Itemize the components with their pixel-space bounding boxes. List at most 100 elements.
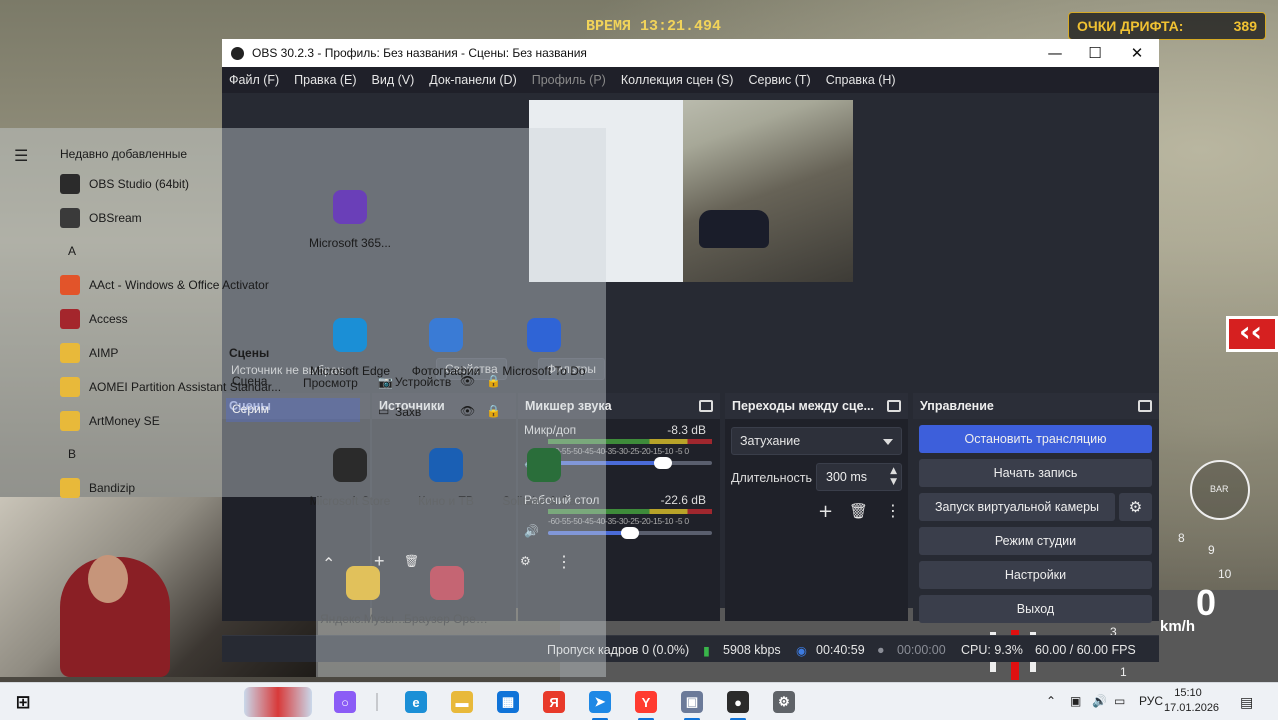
menu-item[interactable]: Профиль (P): [532, 73, 606, 87]
cortana-icon[interactable]: ○: [334, 691, 356, 713]
monitor-icon: ▭: [378, 404, 390, 418]
app-icon: [60, 343, 80, 363]
obs-icon[interactable]: ●: [727, 691, 749, 713]
app-icon: [60, 411, 80, 431]
app-label: OBSream: [89, 211, 142, 225]
start-menu-app[interactable]: OBSream: [60, 206, 142, 230]
scene-item[interactable]: Сцена: [232, 374, 267, 388]
undock-icon[interactable]: [1138, 400, 1152, 412]
search-widget[interactable]: [244, 687, 312, 717]
settings-icon[interactable]: ⚙: [773, 691, 795, 713]
menu-item[interactable]: Справка (H): [826, 73, 896, 87]
clock[interactable]: 15:10 17.01.2026: [1164, 686, 1219, 716]
start-menu-app[interactable]: AIMP: [60, 341, 118, 365]
app-icon: [60, 208, 80, 228]
network-icon[interactable]: ▭: [1114, 694, 1125, 708]
add-scene-icon[interactable]: +: [374, 551, 385, 572]
tacho-number: 1: [1120, 665, 1127, 679]
source-item[interactable]: Захв: [395, 405, 421, 419]
tray-device-icon[interactable]: ▣: [1070, 694, 1081, 708]
transitions-content: Затухание Длительность 300 ms ▲ ▼ + 🗑 ⋮: [725, 419, 908, 621]
menu-item[interactable]: Коллекция сцен (S): [621, 73, 734, 87]
close-icon[interactable]: ✕: [1115, 39, 1159, 67]
trash-icon[interactable]: 🗑: [849, 502, 868, 520]
telegram-icon[interactable]: ➤: [589, 691, 611, 713]
duration-input[interactable]: 300 ms ▲ ▼: [816, 463, 902, 491]
yandex-icon[interactable]: Я: [543, 691, 565, 713]
dock-title: Переходы между сце...: [732, 399, 874, 413]
lock-icon[interactable]: 🔒: [486, 404, 501, 418]
start-tile[interactable]: Microsoft 365...: [303, 172, 397, 266]
transition-select[interactable]: Затухание: [731, 427, 902, 455]
language-indicator[interactable]: РУС: [1139, 694, 1163, 708]
volume-slider-knob[interactable]: [653, 457, 672, 469]
more-icon[interactable]: ⋮: [885, 501, 901, 520]
start-menu-app[interactable]: AAct - Windows & Office Activator: [60, 273, 269, 297]
store-icon[interactable]: ▦: [497, 691, 519, 713]
start-menu-app[interactable]: Bandizip: [60, 476, 135, 500]
add-icon[interactable]: +: [818, 501, 833, 522]
game-icon[interactable]: ▣: [681, 691, 703, 713]
virtual-camera-button[interactable]: Запуск виртуальной камеры: [919, 493, 1115, 521]
menu-item[interactable]: Правка (E): [294, 73, 356, 87]
scene-ghost-title: Сцены: [229, 346, 270, 360]
scene-item[interactable]: Серим: [232, 402, 269, 416]
eye-icon[interactable]: 👁: [460, 374, 475, 388]
studio-mode-button[interactable]: Режим студии: [919, 527, 1152, 555]
hud-drift-value: 389: [1233, 18, 1257, 34]
camera-icon: 📷: [378, 375, 393, 389]
menu-item[interactable]: Вид (V): [372, 73, 415, 87]
source-item[interactable]: Устройств: [395, 375, 451, 389]
windows-start-icon[interactable]: ⊞: [12, 691, 34, 713]
hud-timer: ВРЕМЯ 13:21.494: [586, 18, 721, 35]
gear-icon[interactable]: ⚙: [1119, 493, 1152, 521]
app-icon: [60, 174, 80, 194]
spin-arrows-icon[interactable]: ▲ ▼: [890, 466, 897, 488]
hud-timer-label: ВРЕМЯ: [586, 18, 632, 35]
more-icon[interactable]: ⋮: [556, 552, 572, 572]
tile-icon: [429, 318, 463, 352]
undock-icon[interactable]: [699, 400, 713, 412]
hud-drift-label: ОЧКИ ДРИФТА:: [1077, 18, 1184, 34]
start-menu-app[interactable]: Access: [60, 307, 128, 331]
lock-icon[interactable]: 🔒: [486, 374, 501, 388]
preview-car: [699, 210, 769, 248]
start-menu[interactable]: ☰ Недавно добавленные OBS Studio (64bit)…: [0, 128, 606, 626]
stop-stream-button[interactable]: Остановить трансляцию: [919, 425, 1152, 453]
notification-icon[interactable]: ▤: [1240, 694, 1253, 711]
maximize-icon[interactable]: ☐: [1073, 39, 1117, 67]
explorer-icon[interactable]: ▬: [451, 691, 473, 713]
edge-icon[interactable]: e: [405, 691, 427, 713]
start-menu-lower: [316, 497, 606, 677]
yandex-browser-icon[interactable]: Y: [635, 691, 657, 713]
start-tile[interactable]: Microsoft To Do: [497, 300, 591, 394]
eye-icon[interactable]: 👁: [460, 404, 475, 418]
app-icon: [60, 377, 80, 397]
speaker-icon[interactable]: 🔊: [1092, 694, 1107, 708]
source-item[interactable]: Просмотр: [303, 376, 358, 390]
gear-icon[interactable]: ⚙: [520, 554, 531, 568]
menu-item[interactable]: Док-панели (D): [429, 73, 516, 87]
app-icon: [60, 275, 80, 295]
minimize-icon[interactable]: —: [1033, 39, 1077, 67]
tacho-number: 8: [1178, 531, 1185, 545]
obs-titlebar[interactable]: OBS 30.2.3 - Профиль: Без названия - Сце…: [222, 39, 1159, 67]
chevron-up-icon[interactable]: ⌃: [1046, 694, 1056, 708]
volume-slider-knob[interactable]: [621, 527, 639, 539]
hamburger-menu-icon[interactable]: ☰: [14, 146, 28, 166]
letter-header[interactable]: B: [68, 447, 76, 461]
settings-button[interactable]: Настройки: [919, 561, 1152, 589]
start-menu-app[interactable]: ArtMoney SE: [60, 409, 160, 433]
gauge-label: BAR: [1210, 484, 1229, 494]
obs-logo-icon: [231, 46, 244, 60]
menu-item[interactable]: Сервис (T): [748, 73, 810, 87]
letter-header[interactable]: A: [68, 244, 76, 258]
app-label: Access: [89, 312, 128, 326]
menu-item[interactable]: Файл (F): [229, 73, 279, 87]
chevron-up-icon[interactable]: ⌃: [322, 554, 335, 574]
exit-button[interactable]: Выход: [919, 595, 1152, 623]
start-menu-app[interactable]: OBS Studio (64bit): [60, 172, 189, 196]
start-record-button[interactable]: Начать запись: [919, 459, 1152, 487]
undock-icon[interactable]: [887, 400, 901, 412]
trash-icon[interactable]: 🗑: [404, 554, 419, 568]
